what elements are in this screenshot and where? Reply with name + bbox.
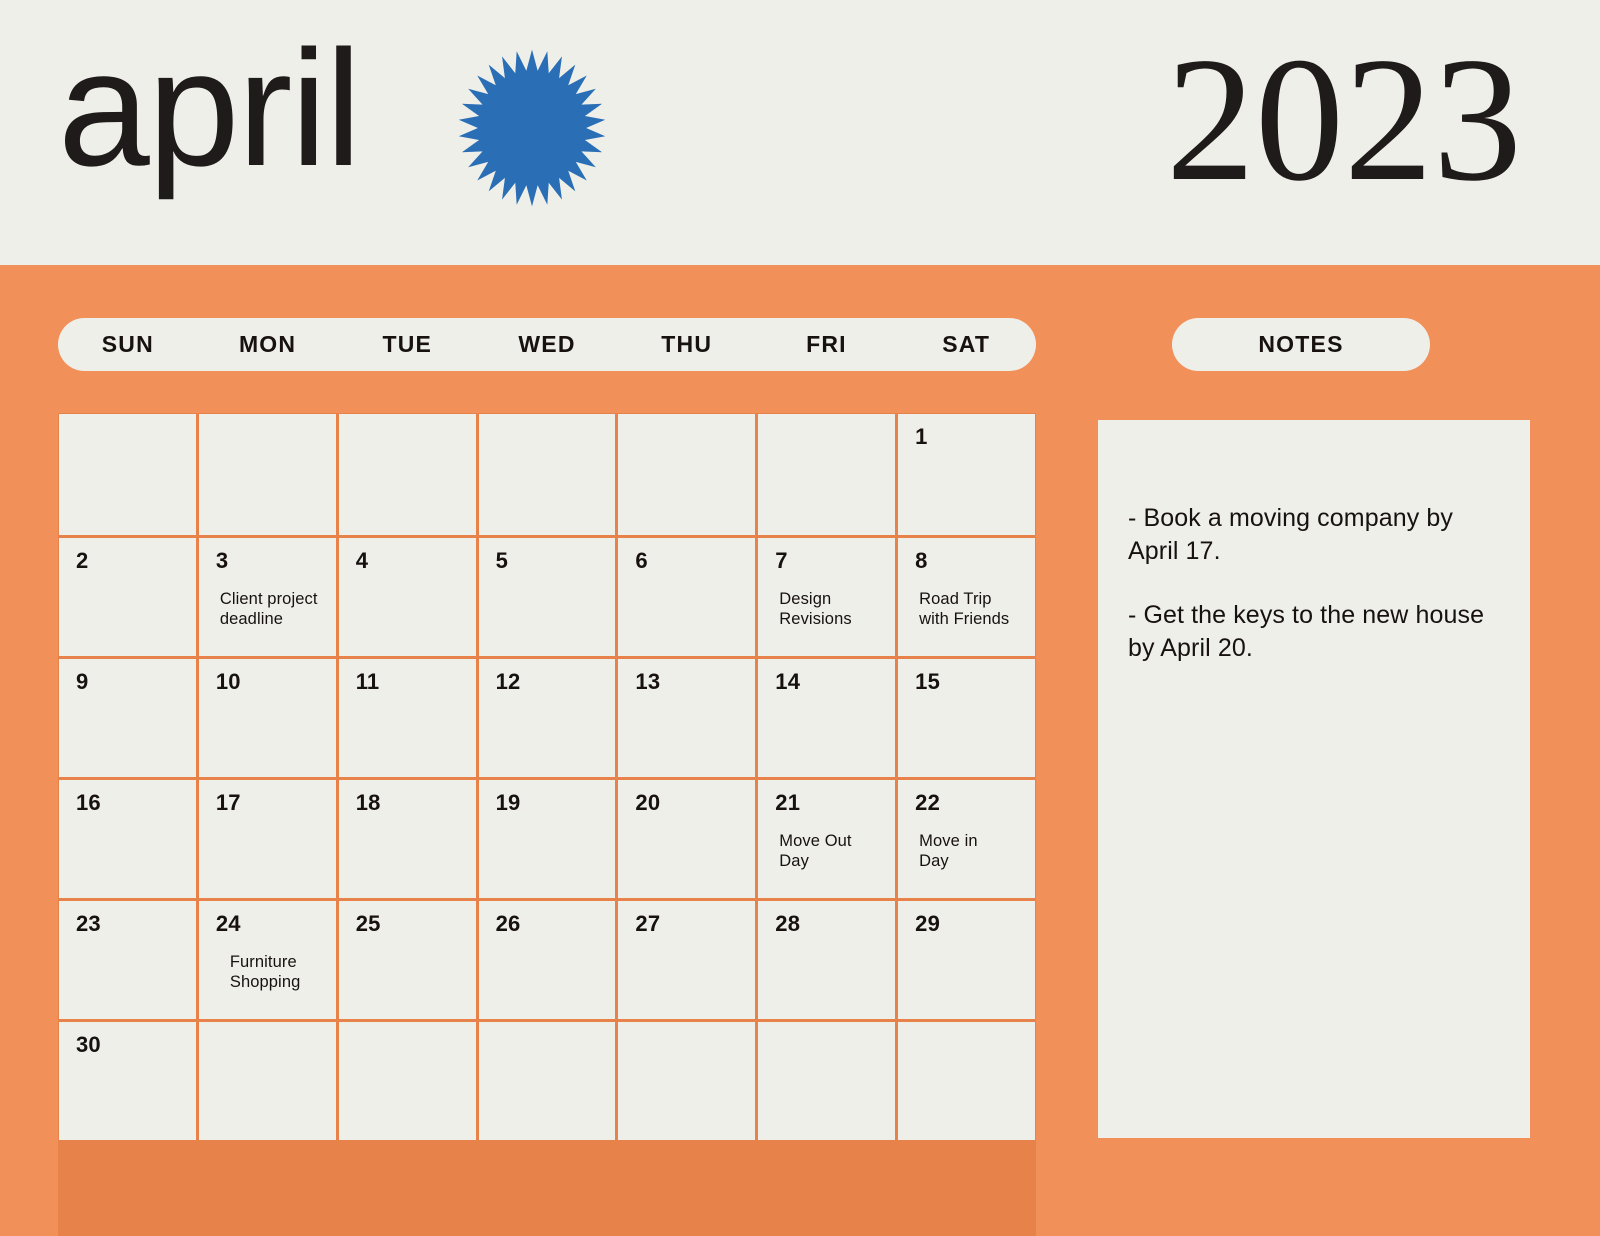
day-number: 7	[775, 548, 788, 573]
page-header: april 2023	[0, 0, 1600, 265]
note-line: - Get the keys to the new house by April…	[1128, 601, 1485, 662]
day-cell-22[interactable]: 22 Move in Day	[898, 780, 1035, 898]
day-cell-23[interactable]: 23	[59, 901, 196, 1019]
day-cell-24[interactable]: 24 Furniture Shopping	[198, 901, 336, 1019]
day-number: 17	[215, 790, 241, 815]
day-number: 21	[775, 790, 801, 815]
day-number: 12	[495, 669, 521, 694]
day-number: 22	[915, 790, 941, 815]
day-cell-15[interactable]: 15	[898, 659, 1035, 777]
day-number: 1	[915, 424, 928, 449]
day-number: 16	[76, 790, 101, 815]
day-cell-empty	[478, 414, 616, 535]
day-number: 28	[775, 911, 801, 936]
day-cell-28[interactable]: 28	[758, 901, 896, 1019]
day-cell-25[interactable]: 25	[338, 901, 476, 1019]
weekday-tue: TUE	[382, 331, 433, 357]
day-cell-16[interactable]: 16	[59, 780, 196, 898]
day-cell-3[interactable]: 3 Client project deadline	[198, 538, 336, 656]
note-line: - Book a moving company by April 17.	[1128, 504, 1453, 565]
day-number: 14	[775, 669, 801, 694]
day-cell-2[interactable]: 2	[59, 538, 196, 656]
day-number: 9	[76, 669, 89, 694]
weekday-sat: SAT	[942, 331, 991, 357]
day-number: 27	[635, 911, 661, 936]
day-cell-19[interactable]: 19	[478, 780, 616, 898]
notes-title: NOTES	[1172, 318, 1430, 371]
day-cell-6[interactable]: 6	[618, 538, 756, 656]
month-title: april	[58, 16, 362, 200]
day-cell-10[interactable]: 10	[198, 659, 336, 777]
day-cell-1[interactable]: 1	[898, 414, 1035, 535]
weekday-mon: MON	[238, 331, 297, 357]
day-cell-11[interactable]: 11	[338, 659, 476, 777]
day-cell-empty	[618, 1022, 756, 1140]
day-cell-empty	[338, 414, 476, 535]
day-event-text: Design Revisions	[779, 590, 852, 628]
day-cell-26[interactable]: 26	[478, 901, 616, 1019]
day-number: 24	[215, 911, 241, 936]
day-cell-17[interactable]: 17	[198, 780, 336, 898]
year-title: 2023	[1166, 20, 1522, 218]
day-cell-7[interactable]: 7 Design Revisions	[758, 538, 896, 656]
day-number: 6	[635, 548, 648, 573]
weekday-thu: THU	[661, 331, 713, 357]
day-number: 8	[915, 548, 928, 573]
day-cell-empty	[758, 414, 896, 535]
day-cell-empty	[618, 414, 756, 535]
day-cell-empty	[338, 1022, 476, 1140]
day-cell-8[interactable]: 8 Road Trip with Friends	[898, 538, 1035, 656]
starburst-icon	[452, 48, 612, 208]
day-number: 30	[76, 1032, 101, 1057]
day-number: 20	[635, 790, 661, 815]
calendar-grid: 1 2 3 Client project deadline 4 5 6 7 Design Rev…	[58, 413, 1036, 1236]
day-cell-12[interactable]: 12	[478, 659, 616, 777]
notes-panel[interactable]: - Book a moving company by April 17. - Ge…	[1098, 420, 1530, 1138]
day-number: 29	[915, 911, 941, 936]
day-number: 11	[355, 669, 380, 694]
day-cell-empty	[198, 414, 336, 535]
day-event-text: Road Trip with Friends	[919, 590, 1010, 628]
day-number: 25	[355, 911, 381, 936]
day-number: 10	[215, 669, 241, 694]
day-cell-9[interactable]: 9	[59, 659, 196, 777]
day-event-text: Move in Day	[919, 832, 978, 870]
day-cell-4[interactable]: 4	[338, 538, 476, 656]
day-cell-21[interactable]: 21 Move Out Day	[758, 780, 896, 898]
day-cell-20[interactable]: 20	[618, 780, 756, 898]
weekday-wed: WED	[518, 331, 576, 357]
calendar-body: SUN MON TUE WED THU FRI SAT 1 2 3 Client project …	[0, 265, 1600, 1236]
weekday-fri: FRI	[806, 331, 847, 357]
day-event-text: Move Out Day	[779, 832, 852, 870]
day-number: 3	[215, 548, 229, 573]
day-number: 4	[355, 548, 369, 573]
day-number: 2	[76, 548, 89, 573]
day-number: 5	[495, 548, 508, 573]
day-cell-18[interactable]: 18	[338, 780, 476, 898]
day-event-text: Furniture Shopping	[229, 953, 301, 991]
day-number: 13	[635, 669, 661, 694]
day-cell-empty	[758, 1022, 896, 1140]
day-event-text: Client project deadline	[219, 590, 318, 628]
day-cell-empty	[898, 1022, 1035, 1140]
day-cell-empty	[59, 414, 196, 535]
weekday-header: SUN MON TUE WED THU FRI SAT	[58, 318, 1036, 371]
day-cell-14[interactable]: 14	[758, 659, 896, 777]
day-number: 18	[355, 790, 381, 815]
day-number: 15	[915, 669, 941, 694]
day-cell-5[interactable]: 5	[478, 538, 616, 656]
day-cell-27[interactable]: 27	[618, 901, 756, 1019]
day-cell-empty	[198, 1022, 336, 1140]
day-cell-13[interactable]: 13	[618, 659, 756, 777]
day-cell-30[interactable]: 30	[59, 1022, 196, 1140]
day-number: 26	[495, 911, 521, 936]
calendar-page: april 2023 SUN MON TUE WED THU FRI SAT 1 2 3 Clie…	[0, 0, 1600, 1236]
day-cell-empty	[478, 1022, 616, 1140]
day-cell-29[interactable]: 29	[898, 901, 1035, 1019]
day-number: 19	[495, 790, 521, 815]
weekday-sun: SUN	[101, 331, 154, 357]
day-number: 23	[76, 911, 101, 936]
